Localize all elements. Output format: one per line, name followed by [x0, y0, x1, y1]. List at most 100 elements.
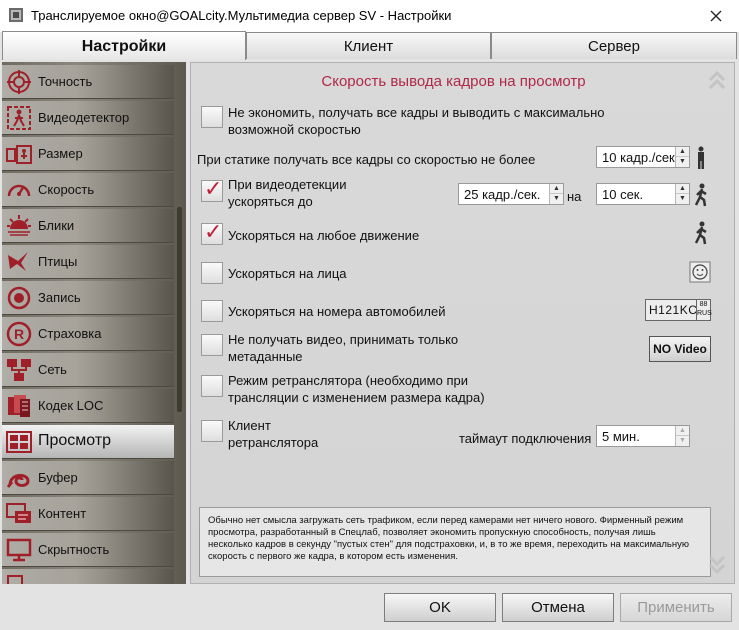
check-icon: ✓ — [204, 219, 223, 244]
tab-settings[interactable]: Настройки — [2, 31, 246, 60]
no-economy-checkbox[interactable] — [201, 106, 223, 128]
relay-client-line2: ретранслятора — [228, 435, 319, 450]
spin-down-icon[interactable]: ▼ — [550, 194, 563, 204]
network-icon — [7, 359, 31, 381]
info-box: Обычно нет смысла загружать сеть трафико… — [199, 507, 711, 577]
license-plate-icon: H121KC 88 RUS — [645, 299, 712, 321]
close-icon — [710, 10, 722, 22]
spin-up-icon[interactable]: ▲ — [676, 184, 689, 194]
spin-up-icon[interactable]: ▲ — [550, 184, 563, 194]
settings-panel: Скорость вывода кадров на просмотр Не эк… — [190, 62, 735, 584]
spin-down-icon[interactable]: ▼ — [676, 157, 689, 167]
sidebar-item-label: Кодек LOC — [38, 398, 104, 413]
no-video-line2: метаданные — [228, 349, 303, 364]
app-icon — [9, 8, 23, 22]
sidebar-item-stealth[interactable]: Скрытность — [2, 533, 174, 567]
relay-mode-line2: трансляции с изменением размера кадра) — [228, 390, 485, 405]
spin-up-icon[interactable]: ▲ — [676, 426, 689, 436]
detection-label: При видеодетекции ускоряться до — [228, 176, 346, 210]
record-icon — [7, 286, 31, 310]
detection-on-label: на — [567, 189, 582, 204]
ok-button[interactable]: OK — [384, 593, 496, 622]
sidebar-item-label: Сеть — [38, 362, 67, 377]
face-icon — [689, 261, 711, 283]
no-economy-line1: Не экономить, получать все кадры и вывод… — [228, 105, 605, 120]
standing-person-icon — [698, 146, 704, 169]
sidebar-item-record[interactable]: Запись — [2, 281, 174, 315]
sidebar-item-content[interactable]: Контент — [2, 497, 174, 531]
window-title: Транслируемое окно@GOALcity.Мультимедиа … — [31, 8, 452, 23]
codec-icon — [8, 395, 30, 417]
sidebar-item-precision[interactable]: Точность — [2, 65, 174, 99]
relay-mode-line1: Режим ретранслятора (необходимо при — [228, 373, 468, 388]
static-rate-spinner[interactable]: 10 кадр./сек ▲ ▼ — [596, 146, 690, 168]
close-button[interactable] — [693, 0, 739, 32]
relay-client-label: Клиент ретранслятора — [228, 417, 318, 451]
any-motion-checkbox[interactable]: ✓ — [201, 219, 223, 245]
spin-up-icon[interactable]: ▲ — [676, 147, 689, 157]
view-icon — [6, 431, 32, 453]
scroll-down-icon[interactable] — [708, 555, 726, 577]
size-icon — [6, 145, 32, 164]
detection-duration-value: 10 сек. — [602, 187, 644, 202]
stealth-icon — [6, 538, 32, 562]
plates-label: Ускоряться на номера автомобилей — [228, 304, 446, 319]
sidebar-item-label: Птицы — [38, 254, 78, 269]
plates-checkbox[interactable] — [201, 300, 223, 322]
tab-server[interactable]: Сервер — [491, 32, 737, 59]
apply-button[interactable]: Применить — [620, 593, 732, 622]
sidebar-item-video-detector[interactable]: Видеодетектор — [2, 101, 174, 135]
content-icon — [6, 503, 31, 523]
detection-line1: При видеодетекции — [228, 177, 347, 192]
sidebar-item-glare[interactable]: Блики — [2, 209, 174, 243]
relay-client-checkbox[interactable] — [201, 420, 223, 442]
sidebar-item-birds[interactable]: Птицы — [2, 245, 174, 279]
birds-icon — [8, 252, 28, 271]
spin-down-icon[interactable]: ▼ — [676, 194, 689, 204]
no-video-line1: Не получать видео, принимать только — [228, 332, 459, 347]
sidebar-item-partial — [2, 569, 174, 584]
spin-down-icon[interactable]: ▼ — [676, 436, 689, 446]
detection-checkbox[interactable]: ✓ — [201, 176, 223, 202]
sidebar-item-label: Размер — [38, 146, 83, 161]
sidebar-item-label: Блики — [38, 218, 75, 233]
buffer-icon — [6, 474, 30, 488]
sidebar-item-label: Контент — [38, 506, 87, 521]
sidebar-item-label: Скорость — [38, 182, 95, 197]
tab-client[interactable]: Клиент — [246, 32, 491, 59]
sidebar-item-codec[interactable]: Кодек LOC — [2, 389, 174, 423]
plate-region: 88 RUS — [696, 300, 712, 320]
any-motion-label: Ускоряться на любое движение — [228, 228, 420, 243]
no-video-checkbox[interactable] — [201, 334, 223, 356]
detection-rate-spinner[interactable]: 25 кадр./сек. ▲ ▼ — [458, 183, 564, 205]
detection-rate-value: 25 кадр./сек. — [464, 187, 541, 202]
sidebar: Точность Видеодетектор Размер Скорость Б… — [2, 62, 186, 584]
faces-checkbox[interactable] — [201, 262, 223, 284]
sidebar-item-insurance[interactable]: R Страховка — [2, 317, 174, 351]
no-economy-label: Не экономить, получать все кадры и вывод… — [228, 104, 605, 138]
relay-mode-checkbox[interactable] — [201, 375, 223, 397]
faces-label: Ускоряться на лица — [228, 266, 347, 281]
sidebar-item-speed[interactable]: Скорость — [2, 173, 174, 207]
title-bar: Транслируемое окно@GOALcity.Мультимедиа … — [0, 0, 739, 32]
section-heading: Скорость вывода кадров на просмотр — [321, 73, 586, 90]
precision-icon — [7, 70, 31, 94]
sidebar-scrollbar[interactable] — [177, 207, 182, 412]
relay-client-line1: Клиент — [228, 418, 271, 433]
check-icon: ✓ — [204, 176, 223, 201]
detection-duration-spinner[interactable]: 10 сек. ▲ ▼ — [596, 183, 690, 205]
cancel-button[interactable]: Отмена — [502, 593, 614, 622]
sidebar-item-size[interactable]: Размер — [2, 137, 174, 171]
sidebar-item-label: Буфер — [38, 470, 78, 485]
plate-region-code: 88 — [699, 301, 708, 308]
no-video-label: Не получать видео, принимать только мета… — [228, 331, 458, 365]
timeout-label: таймаут подключения — [459, 431, 592, 446]
sidebar-item-network[interactable]: Сеть — [2, 353, 174, 387]
relay-mode-label: Режим ретранслятора (необходимо при тран… — [228, 372, 485, 406]
sidebar-item-label: Страховка — [38, 326, 102, 341]
sidebar-item-label: Точность — [38, 74, 93, 89]
sidebar-item-view[interactable]: Просмотр — [2, 425, 174, 459]
sidebar-item-buffer[interactable]: Буфер — [2, 461, 174, 495]
scroll-up-icon[interactable] — [708, 68, 726, 90]
timeout-spinner[interactable]: 5 мин. ▲ ▼ — [596, 425, 690, 447]
